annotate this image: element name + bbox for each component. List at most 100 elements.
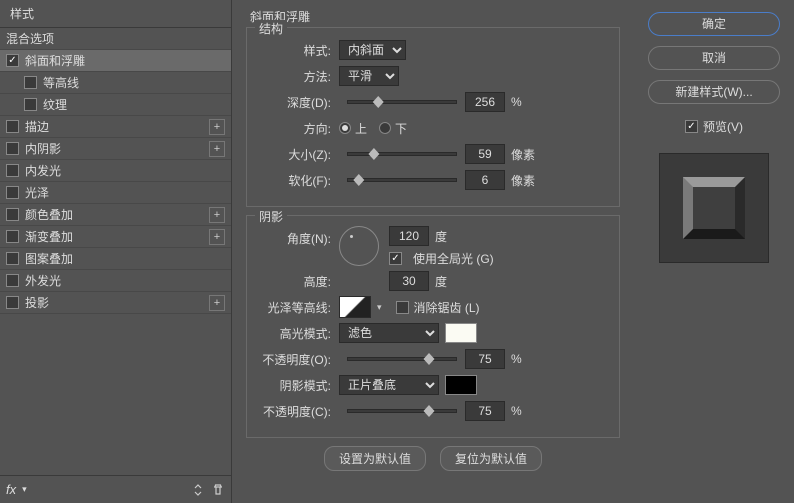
- altitude-label: 高度:: [257, 273, 339, 290]
- direction-up-radio[interactable]: 上: [339, 120, 367, 137]
- preview-bevel: [683, 177, 745, 239]
- panel-title: 斜面和浮雕: [250, 8, 620, 25]
- style-item-5[interactable]: 内发光: [0, 160, 231, 182]
- style-item-2[interactable]: 纹理: [0, 94, 231, 116]
- depth-input[interactable]: [465, 92, 505, 112]
- global-light-checkbox[interactable]: [389, 252, 402, 265]
- contour-picker[interactable]: [339, 296, 371, 318]
- altitude-unit: 度: [435, 273, 447, 290]
- style-item-label: 图案叠加: [25, 250, 225, 267]
- style-checkbox[interactable]: [6, 186, 19, 199]
- add-effect-icon[interactable]: +: [209, 141, 225, 157]
- up-down-icon[interactable]: [191, 483, 205, 497]
- style-item-label: 光泽: [25, 184, 225, 201]
- fx-icon[interactable]: fx: [6, 482, 16, 497]
- depth-label: 深度(D):: [257, 94, 339, 111]
- style-checkbox[interactable]: [6, 208, 19, 221]
- add-effect-icon[interactable]: +: [209, 229, 225, 245]
- style-checkbox[interactable]: [6, 120, 19, 133]
- style-item-11[interactable]: 投影+: [0, 292, 231, 314]
- preview-checkbox[interactable]: [685, 120, 698, 133]
- style-checkbox[interactable]: [6, 230, 19, 243]
- shading-legend: 阴影: [255, 208, 287, 225]
- structure-legend: 结构: [255, 20, 287, 37]
- trash-icon[interactable]: [211, 483, 225, 497]
- preview-box: [659, 153, 769, 263]
- style-checkbox[interactable]: [6, 164, 19, 177]
- highlight-mode-select[interactable]: 滤色: [339, 323, 439, 343]
- reset-default-button[interactable]: 复位为默认值: [440, 446, 542, 471]
- antialias-checkbox[interactable]: [396, 301, 409, 314]
- style-item-label: 等高线: [43, 74, 225, 91]
- style-checkbox[interactable]: [24, 98, 37, 111]
- style-item-4[interactable]: 内阴影+: [0, 138, 231, 160]
- size-slider[interactable]: [347, 152, 457, 156]
- soften-label: 软化(F):: [257, 172, 339, 189]
- style-checkbox[interactable]: [6, 252, 19, 265]
- style-item-label: 渐变叠加: [25, 228, 209, 245]
- add-effect-icon[interactable]: +: [209, 119, 225, 135]
- antialias-label: 消除锯齿 (L): [414, 299, 480, 316]
- shading-group: 阴影 角度(N): 度 使用全局光 (G) 高度: 度 光泽等高线:: [246, 215, 620, 438]
- preview-label: 预览(V): [703, 118, 743, 135]
- size-label: 大小(Z):: [257, 146, 339, 163]
- shadow-color-swatch[interactable]: [445, 375, 477, 395]
- style-item-0[interactable]: 斜面和浮雕: [0, 50, 231, 72]
- highlight-opacity-unit: %: [511, 352, 522, 366]
- cancel-button[interactable]: 取消: [648, 46, 780, 70]
- method-select[interactable]: 平滑: [339, 66, 399, 86]
- fx-caret-icon[interactable]: ▾: [22, 484, 27, 495]
- shadow-opacity-slider[interactable]: [347, 409, 457, 413]
- styles-header: 样式: [0, 0, 231, 28]
- style-label: 样式:: [257, 42, 339, 59]
- angle-unit: 度: [435, 228, 447, 245]
- global-light-label: 使用全局光 (G): [413, 250, 494, 267]
- add-effect-icon[interactable]: +: [209, 207, 225, 223]
- style-item-label: 外发光: [25, 272, 225, 289]
- dialog-actions: 确定 取消 新建样式(W)... 预览(V): [634, 0, 794, 503]
- size-unit: 像素: [511, 146, 535, 163]
- size-input[interactable]: [465, 144, 505, 164]
- style-item-6[interactable]: 光泽: [0, 182, 231, 204]
- style-item-label: 纹理: [43, 96, 225, 113]
- highlight-opacity-label: 不透明度(O):: [257, 351, 339, 368]
- style-item-label: 内发光: [25, 162, 225, 179]
- soften-slider[interactable]: [347, 178, 457, 182]
- blend-options-item[interactable]: 混合选项: [0, 28, 231, 50]
- style-item-label: 内阴影: [25, 140, 209, 157]
- contour-label: 光泽等高线:: [257, 299, 339, 316]
- make-default-button[interactable]: 设置为默认值: [324, 446, 426, 471]
- ok-button[interactable]: 确定: [648, 12, 780, 36]
- altitude-input[interactable]: [389, 271, 429, 291]
- style-checkbox[interactable]: [6, 296, 19, 309]
- style-item-10[interactable]: 外发光: [0, 270, 231, 292]
- contour-caret-icon[interactable]: ▾: [373, 302, 386, 313]
- direction-down-radio[interactable]: 下: [379, 120, 407, 137]
- soften-input[interactable]: [465, 170, 505, 190]
- style-item-7[interactable]: 颜色叠加+: [0, 204, 231, 226]
- depth-slider[interactable]: [347, 100, 457, 104]
- style-checkbox[interactable]: [6, 142, 19, 155]
- highlight-opacity-input[interactable]: [465, 349, 505, 369]
- style-item-1[interactable]: 等高线: [0, 72, 231, 94]
- method-label: 方法:: [257, 68, 339, 85]
- style-item-label: 颜色叠加: [25, 206, 209, 223]
- style-select[interactable]: 内斜面: [339, 40, 406, 60]
- angle-dial[interactable]: [339, 226, 379, 266]
- highlight-opacity-slider[interactable]: [347, 357, 457, 361]
- style-checkbox[interactable]: [6, 274, 19, 287]
- settings-panel: 斜面和浮雕 结构 样式: 内斜面 方法: 平滑 深度(D): % 方向: 上 下…: [232, 0, 634, 503]
- style-item-9[interactable]: 图案叠加: [0, 248, 231, 270]
- highlight-color-swatch[interactable]: [445, 323, 477, 343]
- shadow-opacity-input[interactable]: [465, 401, 505, 421]
- style-checkbox[interactable]: [6, 54, 19, 67]
- add-effect-icon[interactable]: +: [209, 295, 225, 311]
- style-item-label: 投影: [25, 294, 209, 311]
- style-item-3[interactable]: 描边+: [0, 116, 231, 138]
- shadow-opacity-label: 不透明度(C):: [257, 403, 339, 420]
- style-item-8[interactable]: 渐变叠加+: [0, 226, 231, 248]
- shadow-mode-select[interactable]: 正片叠底: [339, 375, 439, 395]
- angle-input[interactable]: [389, 226, 429, 246]
- new-style-button[interactable]: 新建样式(W)...: [648, 80, 780, 104]
- style-checkbox[interactable]: [24, 76, 37, 89]
